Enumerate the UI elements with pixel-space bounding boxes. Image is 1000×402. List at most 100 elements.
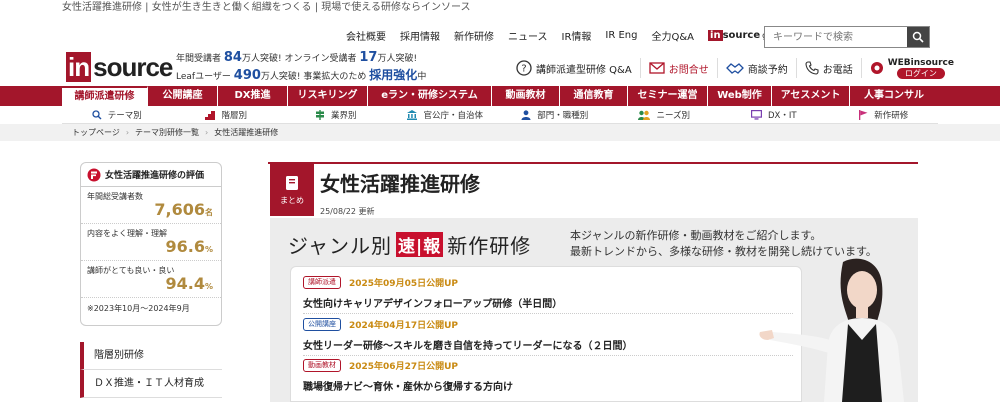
training-title: 女性向けキャリアデザインフォローアップ研修（半日間） [303, 298, 563, 310]
subnav-dx-it[interactable]: DX・IT [719, 106, 829, 123]
subnav-new-training[interactable]: 新作研修 [829, 106, 939, 123]
dispatch-qa-link[interactable]: ? 講師派遣型研修 Q&A [516, 58, 640, 78]
training-title: 女性リーダー研修～スキルを磨き自信を持ってリーダーになる（２日間） [303, 340, 633, 352]
phone-icon [805, 61, 819, 75]
publish-date: 2024年04月17日公開UP [349, 320, 459, 331]
subnav-department[interactable]: 部門・職種別 [500, 106, 610, 123]
site-tagline: 女性活躍推進研修 | 女性が生き生きと働く組織をつくる | 現場で使える研修なら… [62, 2, 471, 13]
stat-number: 17 [359, 50, 378, 65]
mainnav-dx[interactable]: DX推進 [218, 86, 288, 106]
evaluation-row: 内容をよく理解・理解 96.6% [81, 224, 221, 261]
search-button[interactable] [907, 27, 929, 47]
dispatch-qa-label: 講師派遣型研修 Q&A [536, 64, 632, 76]
category-tag: 講師派遣 [303, 275, 341, 289]
topnav-qa[interactable]: 全力Q&A [652, 28, 695, 43]
list-item[interactable]: 講師派遣 2025年09月05日公開UP 女性向けキャリアデザインフォローアップ研… [303, 275, 793, 314]
evaluation-title: 女性活躍推進研修の評価 [105, 171, 205, 181]
chevron-right-icon: › [205, 128, 209, 137]
mainnav-reskilling[interactable]: リスキリング [288, 86, 368, 106]
mainnav-web[interactable]: Web制作 [708, 86, 772, 106]
divider [303, 355, 793, 356]
mainnav-assessment[interactable]: アセスメント [772, 86, 850, 106]
mainnav-hr-consulting[interactable]: 人事コンサル [850, 86, 938, 106]
svg-text:?: ? [521, 64, 526, 75]
banner-title-pre: ジャンル別 [288, 234, 392, 258]
summary-badge-label: まとめ [280, 195, 304, 205]
stat-suffix: 中 [417, 72, 427, 82]
subnav-industry[interactable]: 業界別 [281, 106, 391, 123]
signpost-icon [315, 109, 324, 120]
group-logo-source: source [722, 30, 761, 41]
subnav-label: テーマ別 [107, 110, 142, 121]
question-icon: ? [516, 60, 532, 76]
web-insource-login[interactable]: WEBinsource ログイン [860, 57, 962, 79]
logo-in: in [66, 52, 92, 82]
subnav-government[interactable]: 官公庁・自治体 [391, 106, 501, 123]
subnav-level[interactable]: 階層別 [172, 106, 282, 123]
web-insource-label: WEBinsource [887, 57, 954, 68]
subnav-theme[interactable]: テーマ別 [62, 106, 172, 123]
contact-link[interactable]: お問合せ [639, 58, 717, 78]
chevron-right-icon: › [125, 128, 130, 137]
search-input[interactable] [765, 27, 907, 47]
subnav-label: 官公庁・自治体 [423, 110, 483, 121]
mainnav-correspondence[interactable]: 通信教育 [560, 86, 628, 106]
breadcrumb-theme-list[interactable]: テーマ別研修一覧 [135, 127, 199, 138]
breadcrumb-current: 女性活躍推進研修 [214, 128, 279, 137]
stat-label: 事業拡大のため [303, 72, 367, 82]
topnav-ir[interactable]: IR情報 [562, 28, 592, 43]
main-content: まとめ 女性活躍推進研修 25/08/22 更新 ジャンル別 速|報 新作研修 … [268, 162, 918, 402]
login-badge: ログイン [896, 67, 945, 79]
mainnav-video[interactable]: 動画教材 [492, 86, 560, 106]
page-title: 女性活躍推進研修 [320, 172, 480, 196]
topnav-news[interactable]: ニュース [508, 28, 548, 43]
web-insource-icon [870, 62, 883, 74]
topnav-new-training[interactable]: 新作研修 [454, 28, 494, 43]
contact-label: お問合せ [668, 64, 709, 76]
banner-desc-line: 本ジャンルの新作研修・動画教材をご紹介します。 [570, 229, 822, 242]
recruit-link[interactable]: 採用強化 [369, 68, 417, 82]
flash-char: 報 [423, 237, 442, 257]
sidemenu-dx-it[interactable]: ＤＸ推進・ＩＴ人材育成 [80, 370, 222, 398]
topnav-company[interactable]: 会社概要 [346, 28, 386, 43]
evaluation-row: 年間総受講者数 7,606名 [81, 187, 221, 224]
search-icon [92, 109, 102, 119]
search-icon [912, 31, 924, 43]
training-title: 職場復帰ナビ～育休・産休から復帰する方向け [303, 381, 513, 393]
topnav-recruit[interactable]: 採用情報 [400, 28, 440, 43]
topnav-ir-eng[interactable]: IR Eng [605, 30, 637, 41]
evaluation-value: 7,606名 [154, 200, 213, 219]
monitor-icon [750, 109, 762, 120]
banner-title-post: 新作研修 [447, 234, 532, 258]
subnav-label: ニーズ別 [656, 110, 691, 121]
sidemenu-level-training[interactable]: 階層別研修 [80, 342, 222, 370]
evaluation-header: 女性活躍推進研修の評価 [81, 163, 221, 187]
updated-date: 25/08/22 更新 [320, 207, 375, 216]
insource-mark-icon [87, 168, 101, 181]
list-item[interactable]: 公開講座 2024年04月17日公開UP 女性リーダー研修～スキルを磨き自信を持っ… [303, 317, 793, 356]
title-rule [268, 162, 918, 164]
new-training-banner[interactable]: ジャンル別 速|報 新作研修 本ジャンルの新作研修・動画教材をご紹介します。 最… [270, 218, 918, 402]
breadcrumb-top[interactable]: トップページ [72, 127, 120, 138]
divider [303, 313, 793, 314]
search-box [764, 26, 930, 48]
subnav-needs[interactable]: ニーズ別 [610, 106, 720, 123]
category-tag: 公開講座 [303, 317, 341, 331]
mainnav-seminar[interactable]: セミナー運営 [628, 86, 708, 106]
evaluation-note: ※2023年10月～2024年9月 [87, 304, 190, 313]
stat-label: Leafユーザー [176, 72, 231, 82]
phone-link[interactable]: お電話 [795, 58, 861, 78]
sub-nav: テーマ別 階層別 業界別 官公庁・自治体 部門・職種別 ニーズ別 DX・IT 新… [62, 106, 938, 124]
meeting-link[interactable]: 商談予約 [716, 58, 796, 78]
stat-label: オンライン受講者 [284, 54, 357, 64]
stat-number: 84 [223, 50, 242, 65]
value-number: 96.6 [165, 237, 205, 256]
value-number: 7,606 [154, 200, 205, 219]
insource-logo[interactable]: in source [66, 52, 173, 82]
mainnav-dispatch[interactable]: 講師派遣研修 [62, 86, 148, 106]
list-item[interactable]: 動画教材 2025年06月27日公開UP 職場復帰ナビ～育休・産休から復帰する方向… [303, 358, 793, 393]
mainnav-public-course[interactable]: 公開講座 [148, 86, 218, 106]
subnav-label: 部門・職種別 [537, 110, 589, 121]
mainnav-elearning[interactable]: eラン・研修システム [368, 86, 492, 106]
utility-links: ? 講師派遣型研修 Q&A お問合せ 商談予約 お電話 WEBinsource … [516, 57, 962, 79]
